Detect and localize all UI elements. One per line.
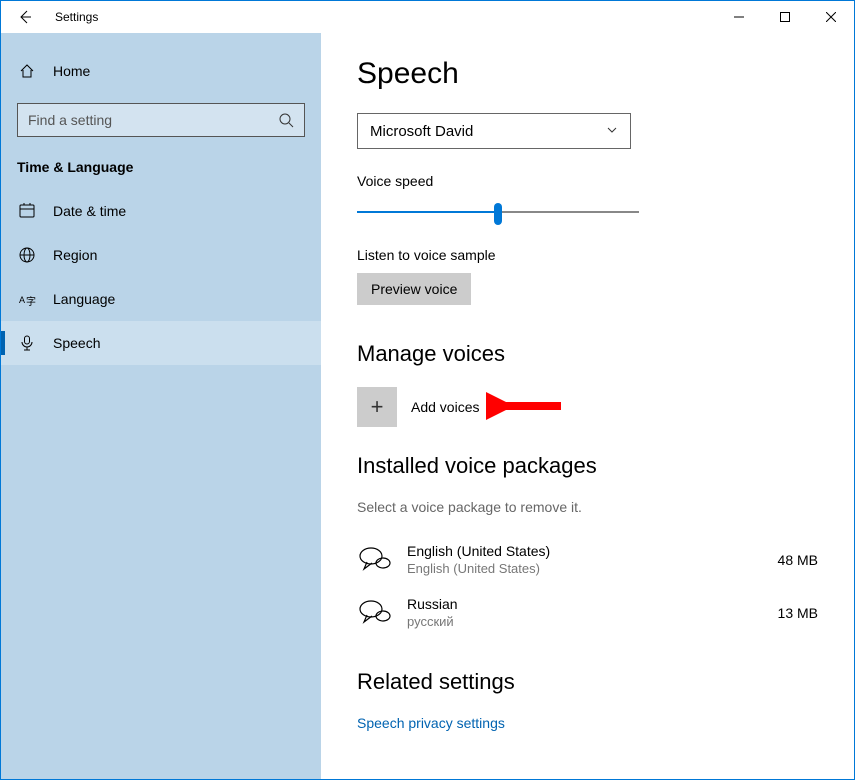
- sidebar-item-label: Date & time: [53, 203, 126, 219]
- voice-dropdown-value: Microsoft David: [370, 123, 473, 140]
- search-input[interactable]: [26, 111, 276, 129]
- minimize-button[interactable]: [716, 1, 762, 33]
- settings-window: Settings Home: [0, 0, 855, 780]
- clock-icon: [17, 201, 37, 221]
- sidebar-home-label: Home: [53, 63, 90, 79]
- chevron-down-icon: [606, 123, 618, 140]
- preview-voice-button[interactable]: Preview voice: [357, 273, 471, 305]
- plus-icon: +: [357, 387, 397, 427]
- search-box[interactable]: [17, 103, 305, 137]
- sidebar-item-date-time[interactable]: Date & time: [1, 189, 321, 233]
- svg-text:字: 字: [26, 295, 36, 308]
- search-icon: [276, 110, 296, 130]
- package-name: Russian: [407, 596, 734, 612]
- installed-packages-hint: Select a voice package to remove it.: [357, 499, 818, 515]
- sidebar-item-language[interactable]: A字 Language: [1, 277, 321, 321]
- back-button[interactable]: [13, 5, 37, 29]
- sidebar-item-label: Language: [53, 291, 115, 307]
- voice-dropdown[interactable]: Microsoft David: [357, 113, 631, 149]
- sidebar-home[interactable]: Home: [1, 49, 321, 93]
- voice-package-row[interactable]: Russian русский 13 MB: [357, 586, 818, 639]
- sidebar-item-label: Region: [53, 247, 97, 263]
- package-size: 13 MB: [748, 605, 818, 621]
- globe-icon: [17, 245, 37, 265]
- voice-speed-label: Voice speed: [357, 173, 818, 189]
- voice-package-row[interactable]: English (United States) English (United …: [357, 533, 818, 586]
- slider-thumb[interactable]: [494, 203, 502, 225]
- sidebar-item-label: Speech: [53, 335, 100, 351]
- slider-fill: [357, 211, 498, 213]
- related-settings-heading: Related settings: [357, 669, 818, 695]
- close-button[interactable]: [808, 1, 854, 33]
- app-title: Settings: [55, 10, 98, 24]
- voice-sample-label: Listen to voice sample: [357, 247, 818, 263]
- titlebar: Settings: [1, 1, 854, 33]
- package-size: 48 MB: [748, 552, 818, 568]
- language-icon: A字: [17, 289, 37, 309]
- speech-bubble-icon: [357, 545, 393, 575]
- home-icon: [17, 61, 37, 81]
- installed-packages-heading: Installed voice packages: [357, 453, 818, 479]
- package-native-name: English (United States): [407, 561, 734, 576]
- sidebar-item-region[interactable]: Region: [1, 233, 321, 277]
- manage-voices-heading: Manage voices: [357, 341, 818, 367]
- sidebar: Home Time & Language Date & time Reg: [1, 33, 321, 779]
- sidebar-category: Time & Language: [1, 155, 321, 189]
- sidebar-item-speech[interactable]: Speech: [1, 321, 321, 365]
- add-voices-button[interactable]: + Add voices: [357, 387, 818, 427]
- package-name: English (United States): [407, 543, 734, 559]
- speech-privacy-link[interactable]: Speech privacy settings: [357, 715, 818, 731]
- add-voices-label: Add voices: [411, 399, 479, 415]
- package-native-name: русский: [407, 614, 734, 629]
- svg-text:A: A: [19, 295, 25, 305]
- maximize-button[interactable]: [762, 1, 808, 33]
- page-title: Speech: [357, 57, 818, 91]
- microphone-icon: [17, 333, 37, 353]
- speech-bubble-icon: [357, 598, 393, 628]
- voice-speed-slider[interactable]: [357, 199, 639, 227]
- content-area: Speech Microsoft David Voice speed Liste…: [321, 33, 854, 779]
